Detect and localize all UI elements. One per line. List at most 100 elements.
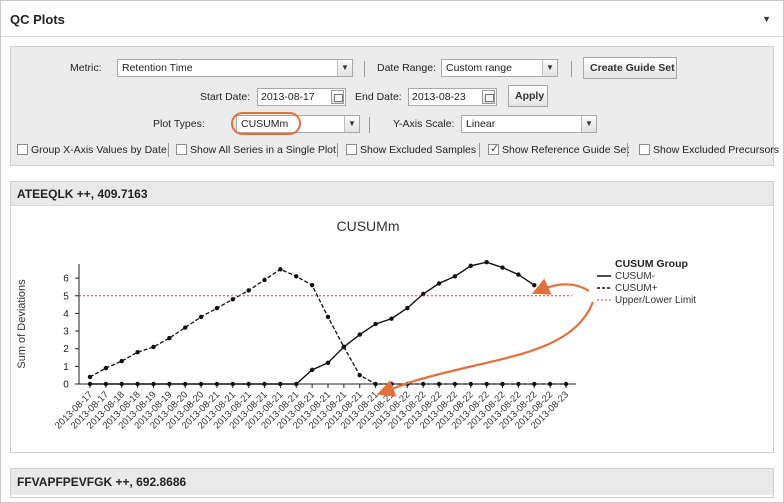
data-point (563, 381, 569, 387)
data-point (119, 381, 124, 387)
calendar-icon[interactable] (482, 90, 495, 104)
show-reference-guide-set-label: Show Reference Guide Set (502, 144, 630, 156)
plot-header-title: FFVAPFPEVFGK ++, 692.8686 (17, 475, 187, 489)
metric-label: Metric: (70, 62, 102, 74)
start-date-value: 2013-08-17 (261, 91, 315, 103)
data-point (373, 381, 378, 387)
data-point (119, 358, 124, 364)
data-point (452, 274, 458, 279)
series-line-cusum- (89, 268, 566, 385)
plot-panel-1: ATEEQLK ++, 409.7163 CUSUMm Sum of Deviat… (10, 181, 774, 453)
chevron-down-icon[interactable]: ▼ (581, 116, 596, 132)
y-axis-scale-select[interactable]: Linear ▼ (461, 115, 597, 133)
date-range-select[interactable]: Custom range ▼ (441, 59, 558, 77)
data-point (436, 381, 442, 387)
apply-button[interactable]: Apply (508, 85, 548, 107)
separator (627, 143, 628, 157)
y-tick-label: 5 (63, 291, 69, 302)
data-point (547, 381, 553, 387)
data-point (516, 381, 521, 387)
y-tick-label: 6 (63, 274, 69, 285)
plot-header: FFVAPFPEVFGK ++, 692.8686 (11, 469, 773, 495)
data-point (87, 381, 93, 387)
data-point (214, 381, 220, 387)
metric-select-value: Retention Time (122, 62, 193, 74)
data-point (198, 381, 204, 387)
chevron-down-icon[interactable]: ▼ (344, 116, 359, 132)
series-line-cusum- (90, 261, 535, 385)
data-point (87, 374, 93, 380)
data-point (309, 282, 315, 288)
data-point (278, 267, 283, 272)
separator (364, 61, 365, 77)
data-point (468, 263, 473, 268)
data-point (436, 281, 442, 286)
data-point (389, 381, 394, 387)
y-tick-label: 0 (63, 380, 69, 391)
end-date-field[interactable]: 2013-08-23 (408, 88, 497, 106)
y-axis-label: Sum of Deviations (16, 279, 28, 369)
cusum-chart: CUSUMmSum of Deviations01234562013-08-17… (16, 218, 696, 431)
separator (369, 117, 370, 133)
y-tick-label: 2 (63, 344, 69, 355)
data-point (262, 381, 267, 387)
data-point (484, 260, 489, 265)
data-point (183, 325, 188, 330)
create-guide-set-button[interactable]: Create Guide Set (583, 57, 677, 79)
start-date-label: Start Date: (200, 91, 251, 103)
data-point (309, 367, 315, 373)
data-point (103, 381, 109, 387)
data-point (103, 365, 109, 371)
plot-options-toolbar: Metric: Retention Time ▼ Date Range: Cus… (10, 46, 779, 166)
data-point (325, 360, 331, 366)
legend-entry: CUSUM+ (615, 283, 658, 294)
triangle-down-icon[interactable]: ▼ (762, 14, 771, 24)
data-point (532, 381, 537, 387)
show-all-series-checkbox[interactable] (176, 144, 187, 155)
plot-panel-2: FFVAPFPEVFGK ++, 692.8686 (10, 468, 774, 498)
chevron-down-icon[interactable]: ▼ (337, 60, 352, 76)
group-x-axis-checkbox[interactable] (17, 144, 28, 155)
data-point (325, 314, 331, 320)
chevron-down-icon[interactable]: ▼ (542, 60, 557, 76)
data-point (341, 344, 347, 350)
data-point (532, 282, 537, 288)
data-point (246, 288, 251, 293)
data-point (198, 314, 204, 320)
calendar-icon[interactable] (331, 90, 344, 104)
plot-header-title: ATEEQLK ++, 409.7163 (17, 187, 148, 201)
data-point (500, 265, 505, 270)
data-point (214, 305, 220, 311)
separator (168, 143, 169, 157)
annotation-arrow-bottom (376, 301, 595, 397)
data-point (167, 335, 172, 341)
data-point (405, 305, 410, 311)
show-excluded-samples-checkbox[interactable] (346, 144, 357, 155)
plot-types-select[interactable]: CUSUMm ▼ (236, 115, 360, 133)
data-point (294, 381, 299, 387)
data-point (452, 381, 458, 387)
start-date-field[interactable]: 2013-08-17 (257, 88, 346, 106)
metric-select[interactable]: Retention Time ▼ (117, 59, 353, 77)
separator (337, 143, 338, 157)
panel-header: QC Plots ▼ (1, 1, 783, 37)
data-point (246, 381, 251, 387)
data-point (230, 381, 235, 387)
show-reference-guide-set-checkbox[interactable] (488, 142, 499, 155)
data-point (357, 332, 362, 337)
data-point (484, 381, 489, 387)
data-point (151, 381, 156, 387)
y-tick-label: 3 (63, 327, 69, 338)
y-tick-label: 1 (63, 362, 69, 373)
plot-types-label: Plot Types: (153, 118, 205, 130)
qc-plots-panel: QC Plots ▼ Metric: Retention Time ▼ Date… (0, 0, 784, 503)
show-excluded-precursors-checkbox[interactable] (639, 144, 650, 155)
panel-title: QC Plots (10, 12, 65, 27)
show-excluded-precursors-label: Show Excluded Precursors (653, 144, 780, 156)
data-point (230, 297, 235, 302)
data-point (500, 381, 505, 387)
data-point (183, 381, 188, 387)
chart-title: CUSUMm (337, 218, 400, 234)
y-axis-scale-select-value: Linear (466, 118, 496, 130)
y-tick-label: 4 (63, 309, 69, 320)
